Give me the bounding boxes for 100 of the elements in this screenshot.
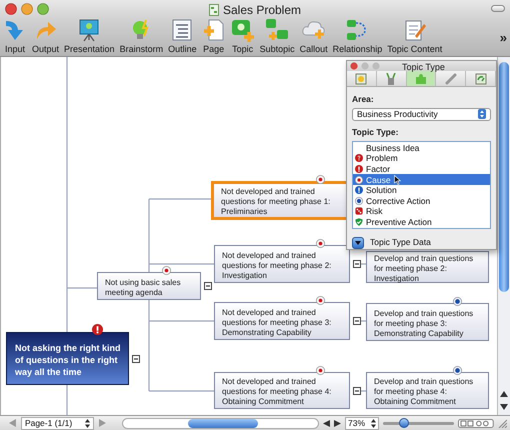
toolbar-button[interactable]: Brainstorm	[120, 18, 164, 54]
area-dropdown[interactable]: Business Productivity	[352, 108, 491, 121]
topic-text: Not developed and trained questions for meeting phase 3: Demonstrating Capability	[222, 308, 332, 338]
exclamation-icon	[355, 164, 363, 173]
toolbar-button[interactable]: Outline	[168, 18, 197, 54]
note-icon	[355, 72, 368, 84]
toolbar-button[interactable]: Subtopic	[260, 18, 295, 54]
next-page-icon[interactable]	[98, 419, 106, 427]
outline-list-icon	[170, 18, 194, 42]
toolbar-button[interactable]: Input	[3, 18, 27, 54]
toolbar-button[interactable]: Presentation	[64, 18, 115, 54]
easel-icon	[77, 18, 102, 42]
close-icon[interactable]	[350, 62, 358, 70]
dot-icon	[453, 297, 462, 306]
scroll-thumb[interactable]	[188, 418, 258, 428]
toolbar-button[interactable]: Relationship	[332, 18, 382, 54]
page-add-icon	[202, 18, 226, 42]
document-icon	[208, 4, 219, 16]
exclamation-icon	[92, 324, 103, 335]
list-item[interactable]: Risk	[353, 206, 490, 217]
topic-node[interactable]: Develop and train questions for meeting phase 4: Obtaining Commitment	[366, 372, 489, 409]
link-icon	[444, 72, 457, 84]
page-selector[interactable]: Page-1 (1/1)	[20, 416, 94, 430]
collapse-icon[interactable]	[204, 282, 212, 290]
subtopic-icon	[265, 18, 290, 42]
resize-grip-icon[interactable]	[498, 418, 507, 428]
disclosure-button[interactable]	[352, 236, 364, 249]
topic-add-icon	[230, 18, 255, 42]
close-icon[interactable]	[5, 3, 17, 15]
topic-text: Develop and train questions for meeting phase 4: Obtaining Commitment	[374, 377, 474, 407]
ringed-dot-icon	[162, 266, 171, 275]
stepper-icon	[478, 109, 486, 120]
topic-text: Not developed and trained questions for meeting phase 2: Investigation	[222, 250, 332, 280]
collapse-icon[interactable]	[353, 260, 361, 268]
dot-icon	[355, 196, 363, 205]
list-item[interactable]: Solution	[353, 184, 490, 196]
section-label: Topic Type Data	[370, 236, 431, 249]
zoom-field[interactable]: 73%	[344, 416, 379, 430]
ringed-dot-icon	[316, 366, 325, 375]
area-label: Area:	[352, 93, 375, 106]
scroll-thumb[interactable]	[499, 62, 509, 292]
list-item[interactable]: Business Idea	[353, 142, 490, 154]
topic-node[interactable]: Not developed and trained questions for meeting phase 3: Demonstrating Capability	[214, 302, 350, 340]
scroll-up-icon[interactable]	[500, 391, 508, 397]
minimize-icon[interactable]	[21, 3, 33, 15]
toolbar-button[interactable]: Page	[202, 18, 226, 54]
vertical-scrollbar[interactable]	[497, 57, 510, 415]
collapse-icon[interactable]	[132, 354, 140, 362]
list-item[interactable]: Problem	[353, 153, 490, 164]
panel-title: Topic Type	[402, 61, 445, 74]
topic-node[interactable]: Develop and train questions for meeting phase 3: Demonstrating Capability	[366, 303, 489, 341]
collapse-icon[interactable]	[353, 317, 361, 325]
ringed-dot-icon	[355, 176, 363, 184]
toolbar-overflow[interactable]: »	[500, 28, 507, 48]
topic-text: Develop and train questions for meeting phase 3: Demonstrating Capability	[374, 308, 474, 338]
view-mode-icon[interactable]	[458, 418, 494, 428]
collapse-icon[interactable]	[353, 386, 361, 394]
document-pencil-icon	[402, 18, 427, 42]
zoom-icon[interactable]	[37, 3, 49, 15]
topic-text: Not developed and trained questions for meeting phase 4: Obtaining Commitment	[222, 377, 332, 407]
list-item[interactable]: Preventive Action	[353, 216, 490, 228]
scroll-left-icon[interactable]	[323, 420, 330, 426]
topic-node[interactable]: Not developed and trained questions for meeting phase 4: Obtaining Commitment	[214, 372, 350, 409]
topic-node[interactable]: Not developed and trained questions for meeting phase 2: Investigation	[214, 245, 350, 283]
toolbar-button[interactable]: Callout	[300, 18, 328, 54]
list-item[interactable]: Corrective Action	[353, 195, 490, 206]
slider-thumb[interactable]	[399, 418, 410, 428]
toolbar-button[interactable]: Output	[32, 18, 60, 54]
topic-text: Not using basic sales meeting agenda	[105, 278, 182, 298]
topic-text: Not asking the right kind of questions in the right way all the time	[15, 342, 122, 378]
scroll-down-icon[interactable]	[500, 404, 508, 410]
list-item[interactable]: Cause	[353, 174, 490, 185]
horizontal-scrollbar[interactable]	[122, 418, 320, 428]
shield-icon	[355, 218, 363, 226]
topic-node[interactable]: Not asking the right kind of questions in the right way all the time	[6, 332, 129, 385]
topic-text: Develop and train questions for meeting phase 2: Investigation	[374, 254, 474, 284]
list-item[interactable]: Factor	[353, 164, 490, 174]
ringed-dot-icon	[316, 239, 325, 248]
question-icon	[355, 154, 363, 162]
topic-type-label: Topic Type:	[352, 126, 400, 138]
stepper-icon	[370, 418, 376, 428]
stepper-icon	[85, 418, 90, 428]
toolbar-button[interactable]: Topic	[230, 18, 255, 54]
topic-node[interactable]: Develop and train questions for meeting phase 2: Investigation	[366, 251, 489, 283]
window-title: Sales Problem	[222, 2, 302, 19]
ringed-dot-icon	[316, 296, 325, 305]
ringed-dot-icon	[316, 175, 325, 184]
dice-icon	[355, 207, 363, 216]
refresh-icon	[474, 72, 487, 84]
dot-icon	[453, 366, 462, 375]
topic-text: Not developed and trained questions for meeting phase 1: Preliminaries	[221, 187, 332, 217]
info-icon	[355, 186, 363, 194]
toolbar-toggle-button[interactable]	[491, 5, 505, 12]
puzzle-icon	[414, 72, 427, 84]
toolbar-button[interactable]: Topic Content	[387, 18, 442, 54]
previous-page-icon[interactable]	[9, 419, 17, 427]
scroll-right-icon[interactable]	[334, 420, 341, 426]
pointer-icon	[394, 174, 401, 185]
topic-node[interactable]: Not using basic sales meeting agenda	[97, 272, 201, 300]
tools-icon	[385, 72, 398, 84]
